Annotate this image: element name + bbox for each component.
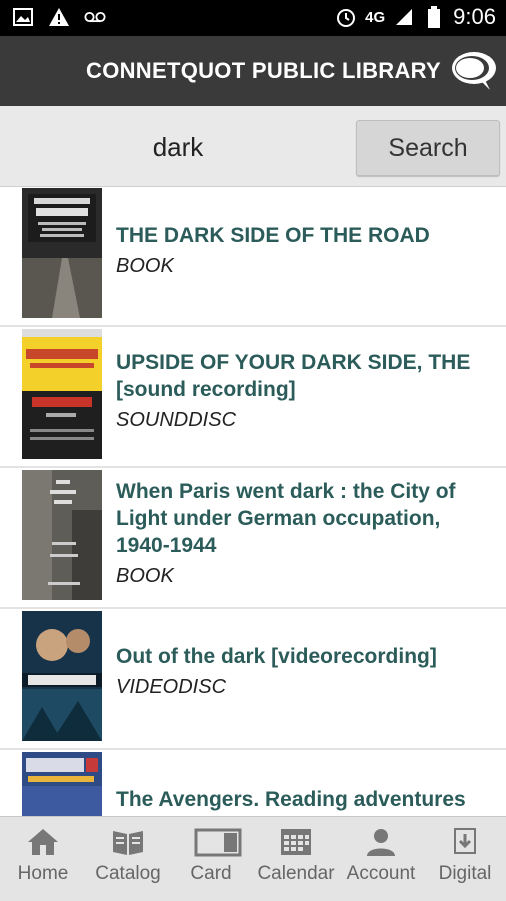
list-item[interactable]: When Paris went dark : the City of Light… bbox=[0, 468, 506, 609]
nav-label: Calendar bbox=[257, 863, 335, 884]
list-item[interactable]: Out of the dark [videorecording] VIDEODI… bbox=[0, 609, 506, 750]
result-format: BOOK bbox=[116, 565, 174, 587]
list-item[interactable]: THE DARK SIDE OF THE ROAD BOOK bbox=[0, 186, 506, 327]
nav-label: Home bbox=[17, 863, 69, 884]
book-icon bbox=[111, 827, 145, 857]
results-list: THE DARK SIDE OF THE ROAD BOOK UPSIDE OF… bbox=[0, 186, 506, 816]
list-item[interactable]: The Avengers. Reading adventures bbox=[0, 750, 506, 816]
book-cover bbox=[22, 329, 102, 459]
nav-label: Catalog bbox=[95, 863, 161, 884]
book-cover bbox=[22, 752, 102, 816]
result-title: UPSIDE OF YOUR DARK SIDE, THE [sound rec… bbox=[116, 351, 471, 401]
voicemail-icon bbox=[84, 6, 106, 28]
home-icon bbox=[26, 827, 60, 857]
nav-item-card[interactable]: Card bbox=[180, 827, 242, 885]
nav-item-home[interactable]: Home bbox=[10, 827, 76, 885]
clock: 9:06 bbox=[453, 4, 496, 29]
dvd-cover bbox=[22, 611, 102, 741]
book-cover bbox=[22, 188, 102, 318]
app-header: CONNETQUOT PUBLIC LIBRARY bbox=[0, 36, 506, 106]
alarm-icon bbox=[335, 6, 357, 28]
nav-item-account[interactable]: Account bbox=[342, 827, 420, 885]
person-icon bbox=[364, 827, 398, 857]
signal-icon bbox=[393, 6, 415, 28]
list-item[interactable]: UPSIDE OF YOUR DARK SIDE, THE [sound rec… bbox=[0, 327, 506, 468]
nav-label: Account bbox=[346, 863, 416, 884]
page-title: CONNETQUOT PUBLIC LIBRARY bbox=[86, 58, 442, 83]
result-title: Out of the dark [videorecording] bbox=[116, 645, 437, 668]
battery-icon bbox=[423, 6, 445, 28]
chat-icon[interactable] bbox=[444, 46, 500, 96]
result-title: When Paris went dark : the City of Light… bbox=[116, 480, 456, 557]
nav-label: Card bbox=[190, 863, 232, 884]
bottom-nav: Home Catalog Card Calendar Account Digit… bbox=[0, 816, 506, 901]
result-title: The Avengers. Reading adventures bbox=[116, 788, 466, 811]
search-button[interactable]: Search bbox=[356, 120, 500, 176]
download-icon bbox=[448, 827, 482, 857]
card-icon bbox=[194, 827, 242, 857]
calendar-icon bbox=[279, 827, 313, 857]
warning-icon bbox=[48, 6, 70, 28]
result-format: VIDEODISC bbox=[116, 676, 227, 698]
nav-item-calendar[interactable]: Calendar bbox=[254, 827, 338, 885]
status-bar: 4G 9:06 bbox=[0, 0, 506, 36]
search-input[interactable] bbox=[8, 120, 348, 174]
nav-label: Digital bbox=[438, 863, 492, 884]
nav-item-catalog[interactable]: Catalog bbox=[90, 827, 166, 885]
image-notification-icon bbox=[12, 6, 34, 28]
nav-item-digital[interactable]: Digital bbox=[432, 827, 498, 885]
result-format: SOUNDDISC bbox=[116, 409, 237, 431]
result-format: BOOK bbox=[116, 255, 174, 277]
search-bar: Search bbox=[0, 106, 506, 187]
result-title: THE DARK SIDE OF THE ROAD bbox=[116, 224, 430, 247]
book-cover bbox=[22, 470, 102, 600]
network-type: 4G bbox=[365, 8, 386, 26]
